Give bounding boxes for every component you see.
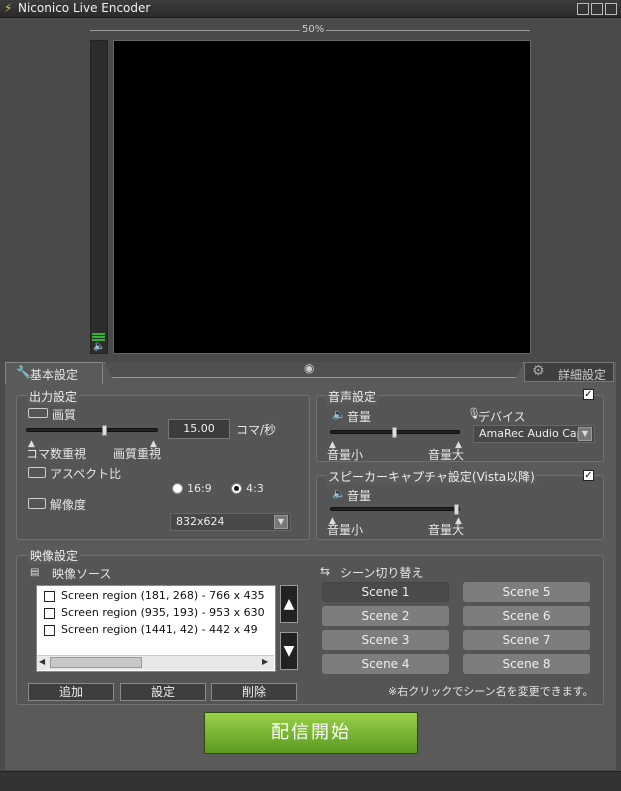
scene-button-3[interactable]: Scene 3 bbox=[322, 630, 449, 650]
resolution-dropdown[interactable]: 832x624 bbox=[170, 513, 291, 531]
quality-slider-track[interactable] bbox=[26, 428, 158, 432]
source-label: Screen region (935, 193) - 953 x 630 bbox=[61, 606, 265, 619]
speaker-capture-label: スピーカーキャプチャ設定(Vista以降) bbox=[326, 468, 537, 485]
audio-level-meter bbox=[90, 40, 108, 354]
app-bolt-icon: ⚡ bbox=[4, 1, 13, 15]
restore-icon[interactable] bbox=[577, 3, 589, 15]
aspect-radio-16-9[interactable] bbox=[172, 483, 183, 494]
audio-high-label: 音量大 bbox=[428, 448, 465, 462]
speaker-volume-thumb[interactable] bbox=[454, 504, 459, 515]
quality-left-label: コマ数重視 bbox=[26, 447, 87, 461]
move-down-button[interactable]: ▼ bbox=[280, 632, 298, 670]
scene-button-7[interactable]: Scene 7 bbox=[463, 630, 590, 650]
fps-unit-label: コマ/秒 bbox=[236, 423, 277, 437]
video-preview bbox=[113, 40, 531, 354]
move-up-button[interactable]: ▲ bbox=[280, 585, 298, 623]
speaker-volume-label: 音量 bbox=[347, 489, 372, 503]
device-label: デバイス bbox=[478, 410, 526, 424]
scene-button-6[interactable]: Scene 6 bbox=[463, 606, 590, 626]
audio-settings-label: 音声設定 bbox=[326, 388, 379, 405]
quality-label: 画質 bbox=[52, 408, 77, 422]
audio-low-label: 音量小 bbox=[327, 448, 364, 462]
scene-rename-hint: ※右クリックでシーン名を変更できます。 bbox=[388, 685, 594, 698]
aspect-radio-4-3[interactable] bbox=[231, 483, 242, 494]
dropdown-chevron-icon[interactable]: ▼ bbox=[578, 427, 592, 441]
resolution-icon bbox=[28, 498, 46, 509]
scene-button-2[interactable]: Scene 2 bbox=[322, 606, 449, 626]
scroll-left-icon[interactable]: ◀ bbox=[39, 657, 45, 666]
audio-volume-thumb[interactable] bbox=[392, 427, 397, 438]
scene-button-1[interactable]: Scene 1 bbox=[322, 582, 449, 602]
status-bar bbox=[0, 771, 621, 791]
source-label: Screen region (1441, 42) - 442 x 49 bbox=[61, 623, 258, 636]
output-settings-label: 出力設定 bbox=[27, 388, 80, 405]
aspect-icon bbox=[28, 467, 46, 478]
delete-source-button[interactable]: 削除 bbox=[211, 683, 297, 701]
window-title: Niconico Live Encoder bbox=[18, 1, 151, 15]
level-bar bbox=[92, 336, 105, 338]
audio-enable-checkbox[interactable]: ✓ bbox=[583, 389, 594, 400]
scene-switch-icon: ⇆ bbox=[320, 564, 331, 578]
gear-icon: ⚙ bbox=[532, 363, 545, 379]
resolution-label: 解像度 bbox=[50, 498, 87, 512]
start-broadcast-button[interactable]: 配信開始 bbox=[204, 712, 418, 754]
list-item[interactable]: Screen region (181, 268) - 766 x 435 bbox=[44, 589, 265, 605]
film-icon: ▤ bbox=[30, 567, 40, 578]
aspect-option-16-9: 16:9 bbox=[187, 482, 212, 495]
add-source-button[interactable]: 追加 bbox=[28, 683, 114, 701]
level-bar bbox=[92, 333, 105, 335]
aspect-label: アスペクト比 bbox=[50, 467, 122, 481]
close-icon[interactable] bbox=[605, 3, 617, 15]
quality-slider-thumb[interactable] bbox=[101, 425, 107, 436]
fps-field[interactable]: 15.00 bbox=[168, 419, 230, 439]
aspect-option-4-3: 4:3 bbox=[246, 482, 264, 495]
speaker-high-label: 音量大 bbox=[428, 523, 465, 537]
scroll-right-icon[interactable]: ▶ bbox=[262, 657, 268, 666]
source-label: Screen region (181, 268) - 766 x 435 bbox=[61, 589, 265, 602]
quality-right-label: 画質重視 bbox=[113, 447, 162, 461]
wrench-icon: 🔧 bbox=[16, 365, 31, 379]
speaker-low-label: 音量小 bbox=[327, 523, 364, 537]
dropdown-chevron-icon[interactable]: ▼ bbox=[274, 515, 288, 529]
scrollbar-thumb[interactable] bbox=[50, 657, 142, 668]
scene-button-4[interactable]: Scene 4 bbox=[322, 654, 449, 674]
tab-basic-label: 基本設定 bbox=[30, 368, 79, 382]
source-checkbox[interactable] bbox=[44, 624, 55, 636]
audio-device-dropdown[interactable]: AmaRec Audio Cap bbox=[473, 425, 595, 443]
video-settings-label: 映像設定 bbox=[28, 547, 81, 564]
video-source-label: 映像ソース bbox=[52, 567, 112, 581]
speaker-capture-checkbox[interactable]: ✓ bbox=[583, 470, 594, 481]
minimize-icon[interactable] bbox=[591, 3, 603, 15]
zoom-label: 50% bbox=[300, 24, 327, 35]
list-item[interactable]: Screen region (935, 193) - 953 x 630 bbox=[44, 606, 265, 622]
quality-icon bbox=[28, 408, 48, 418]
eye-icon[interactable]: ◉ bbox=[304, 361, 314, 375]
scene-switch-label: シーン切り替え bbox=[340, 566, 424, 580]
scene-button-5[interactable]: Scene 5 bbox=[463, 582, 590, 602]
source-checkbox[interactable] bbox=[44, 607, 55, 619]
speaker-volume-track[interactable] bbox=[330, 507, 460, 511]
list-item[interactable]: Screen region (1441, 42) - 442 x 49 bbox=[44, 623, 258, 639]
scene-button-8[interactable]: Scene 8 bbox=[463, 654, 590, 674]
source-settings-button[interactable]: 設定 bbox=[120, 683, 206, 701]
speaker-icon[interactable]: 🔈 bbox=[93, 341, 105, 352]
audio-volume-label: 音量 bbox=[347, 410, 372, 424]
source-checkbox[interactable] bbox=[44, 590, 55, 602]
speaker-icon: 🔈 bbox=[332, 487, 346, 500]
tab-advanced-label: 詳細設定 bbox=[558, 368, 607, 382]
speaker-icon: 🔈 bbox=[332, 408, 346, 421]
